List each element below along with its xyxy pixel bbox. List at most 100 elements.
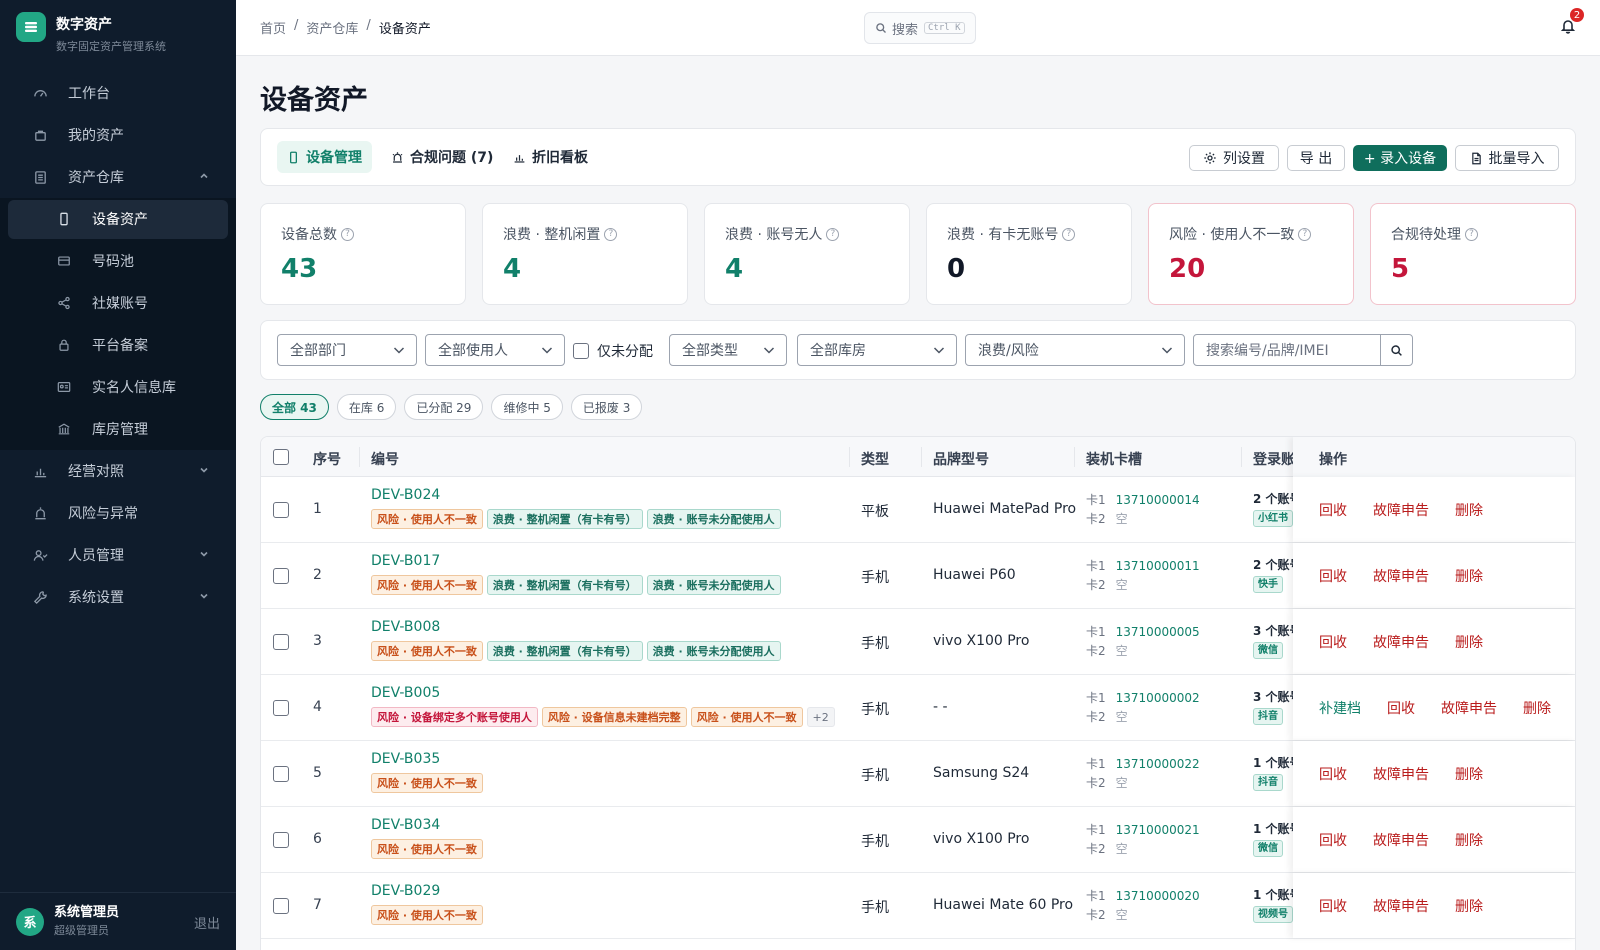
row-action-link[interactable]: 回收 <box>1319 896 1347 916</box>
status-pill-in-stock[interactable]: 在库 6 <box>336 394 397 420</box>
department-select[interactable]: 全部部门 <box>277 334 417 366</box>
tab-depreciation[interactable]: 折旧看板 <box>503 141 598 173</box>
brand[interactable]: 数字资产 数字固定资产管理系统 <box>16 12 166 58</box>
sim-number-link[interactable]: 13710000021 <box>1116 823 1200 837</box>
column-settings-button[interactable]: 列设置 <box>1189 145 1279 171</box>
search-field[interactable]: 搜索编号/品牌/IMEI <box>1193 334 1413 366</box>
row-action-link[interactable]: 回收 <box>1319 566 1347 586</box>
row-checkbox[interactable] <box>273 568 289 584</box>
sim-number-link[interactable]: 13710000014 <box>1116 493 1200 507</box>
row-action-link[interactable]: 回收 <box>1387 698 1415 718</box>
help-icon[interactable]: ? <box>1298 227 1312 241</box>
row-action-link[interactable]: 故障申告 <box>1373 632 1429 652</box>
row-action-link[interactable]: 故障申告 <box>1373 830 1429 850</box>
device-code-link[interactable]: DEV-B005 <box>371 685 835 701</box>
sidebar-item-ops-compare[interactable]: 经营对照 <box>0 450 236 492</box>
table-row[interactable]: 1 DEV-B024 风险 · 使用人不一致 浪费 · 整机闲置（有卡有号） 浪费 · … <box>261 477 1575 543</box>
row-action-link[interactable]: 回收 <box>1319 500 1347 520</box>
row-checkbox[interactable] <box>273 634 289 650</box>
status-pill-scrapped[interactable]: 已报废 3 <box>570 394 643 420</box>
bulk-import-button[interactable]: 批量导入 <box>1455 145 1559 171</box>
type-select[interactable]: 全部类型 <box>669 334 787 366</box>
row-action-link[interactable]: 补建档 <box>1319 698 1361 718</box>
sidebar-item-devices[interactable]: 设备资产 <box>0 198 236 240</box>
row-action-link[interactable]: 回收 <box>1319 764 1347 784</box>
row-action-link[interactable]: 故障申告 <box>1373 566 1429 586</box>
stat-card-idle[interactable]: 浪费 · 整机闲置? 4 <box>482 203 688 305</box>
avatar[interactable]: 系 <box>16 907 44 936</box>
device-code-link[interactable]: DEV-B029 <box>371 883 483 899</box>
row-action-link[interactable]: 回收 <box>1319 632 1347 652</box>
sidebar-item-social[interactable]: 社媒账号 <box>0 282 236 324</box>
row-action-link[interactable]: 删除 <box>1523 698 1551 718</box>
column-header-slots[interactable]: 装机卡槽 <box>1086 449 1142 469</box>
sidebar-item-people[interactable]: 人员管理 <box>0 534 236 576</box>
sim-number-link[interactable]: 13710000020 <box>1116 889 1200 903</box>
help-icon[interactable]: ? <box>1465 227 1478 241</box>
row-action-link[interactable]: 删除 <box>1455 764 1483 784</box>
sim-number-link[interactable]: 13710000011 <box>1116 559 1200 573</box>
stat-card-compliance[interactable]: 合规待处理? 5 <box>1370 203 1576 305</box>
row-checkbox[interactable] <box>273 898 289 914</box>
help-icon[interactable]: ? <box>341 227 354 241</box>
row-checkbox[interactable] <box>273 700 289 716</box>
breadcrumb-home[interactable]: 首页 <box>260 18 286 37</box>
table-row[interactable]: 7 DEV-B029 风险 · 使用人不一致 手机 Huawei Mate 60 Pro… <box>261 873 1575 939</box>
status-pill-repair[interactable]: 维修中 5 <box>491 394 563 420</box>
table-row[interactable]: 2 DEV-B017 风险 · 使用人不一致 浪费 · 整机闲置（有卡有号） 浪费 · … <box>261 543 1575 609</box>
sim-number-link[interactable]: 13710000005 <box>1116 625 1200 639</box>
global-search-button[interactable]: 搜索 Ctrl K <box>864 12 976 44</box>
row-action-link[interactable]: 故障申告 <box>1373 896 1429 916</box>
device-code-link[interactable]: DEV-B034 <box>371 817 483 833</box>
device-code-link[interactable]: DEV-B024 <box>371 487 781 503</box>
stat-card-card-no-account[interactable]: 浪费 · 有卡无账号? 0 <box>926 203 1132 305</box>
help-icon[interactable]: ? <box>1062 227 1076 241</box>
sidebar-item-settings[interactable]: 系统设置 <box>0 576 236 618</box>
row-checkbox[interactable] <box>273 832 289 848</box>
search-submit-button[interactable] <box>1380 335 1412 365</box>
row-action-link[interactable]: 故障申告 <box>1373 500 1429 520</box>
row-action-link[interactable]: 回收 <box>1319 830 1347 850</box>
device-code-link[interactable]: DEV-B008 <box>371 619 781 635</box>
sidebar-item-filing[interactable]: 平台备案 <box>0 324 236 366</box>
tab-device-management[interactable]: 设备管理 <box>277 141 372 173</box>
select-all-checkbox[interactable] <box>273 449 289 465</box>
stat-card-total[interactable]: 设备总数? 43 <box>260 203 466 305</box>
table-row[interactable]: 5 DEV-B035 风险 · 使用人不一致 手机 Samsung S24 卡1 13710… <box>261 741 1575 807</box>
sidebar-item-risk[interactable]: 风险与异常 <box>0 492 236 534</box>
export-button[interactable]: 导 出 <box>1287 145 1345 171</box>
column-header-model[interactable]: 品牌型号 <box>933 449 989 469</box>
help-icon[interactable]: ? <box>826 227 840 241</box>
breadcrumb-warehouse[interactable]: 资产仓库 <box>306 18 358 37</box>
table-row[interactable]: 3 DEV-B008 风险 · 使用人不一致 浪费 · 整机闲置（有卡有号） 浪费 · … <box>261 609 1575 675</box>
stat-card-no-owner[interactable]: 浪费 · 账号无人? 4 <box>704 203 910 305</box>
row-action-link[interactable]: 删除 <box>1455 896 1483 916</box>
row-action-link[interactable]: 删除 <box>1455 830 1483 850</box>
row-action-link[interactable]: 故障申告 <box>1441 698 1497 718</box>
add-device-button[interactable]: + 录入设备 <box>1353 145 1447 171</box>
sim-number-link[interactable]: 13710000002 <box>1116 691 1200 705</box>
row-action-link[interactable]: 删除 <box>1455 632 1483 652</box>
sidebar-item-warehouse[interactable]: 库房管理 <box>0 408 236 450</box>
tab-compliance[interactable]: 合规问题 (7) <box>381 141 503 173</box>
stat-card-user-mismatch[interactable]: 风险 · 使用人不一致? 20 <box>1148 203 1354 305</box>
unassigned-only-checkbox[interactable]: 仅未分配 <box>573 341 653 361</box>
sim-number-link[interactable]: 13710000022 <box>1116 757 1200 771</box>
status-pill-assigned[interactable]: 已分配 29 <box>404 394 484 420</box>
sidebar-item-number-pool[interactable]: 号码池 <box>0 240 236 282</box>
row-action-link[interactable]: 删除 <box>1455 566 1483 586</box>
table-row[interactable]: 6 DEV-B034 风险 · 使用人不一致 手机 vivo X100 Pro 卡1 137… <box>261 807 1575 873</box>
sidebar-item-realname[interactable]: 实名人信息库 <box>0 366 236 408</box>
column-header-code[interactable]: 编号 <box>371 449 399 469</box>
row-checkbox[interactable] <box>273 502 289 518</box>
storeroom-select[interactable]: 全部库房 <box>797 334 957 366</box>
checkbox[interactable] <box>573 343 589 359</box>
logout-button[interactable]: 退出 <box>194 913 220 932</box>
sidebar-item-my-assets[interactable]: 我的资产 <box>0 114 236 156</box>
help-icon[interactable]: ? <box>604 227 618 241</box>
column-header-type[interactable]: 类型 <box>861 449 889 469</box>
row-action-link[interactable]: 故障申告 <box>1373 764 1429 784</box>
row-checkbox[interactable] <box>273 766 289 782</box>
sidebar-item-workbench[interactable]: 工作台 <box>0 72 236 114</box>
device-code-link[interactable]: DEV-B017 <box>371 553 781 569</box>
